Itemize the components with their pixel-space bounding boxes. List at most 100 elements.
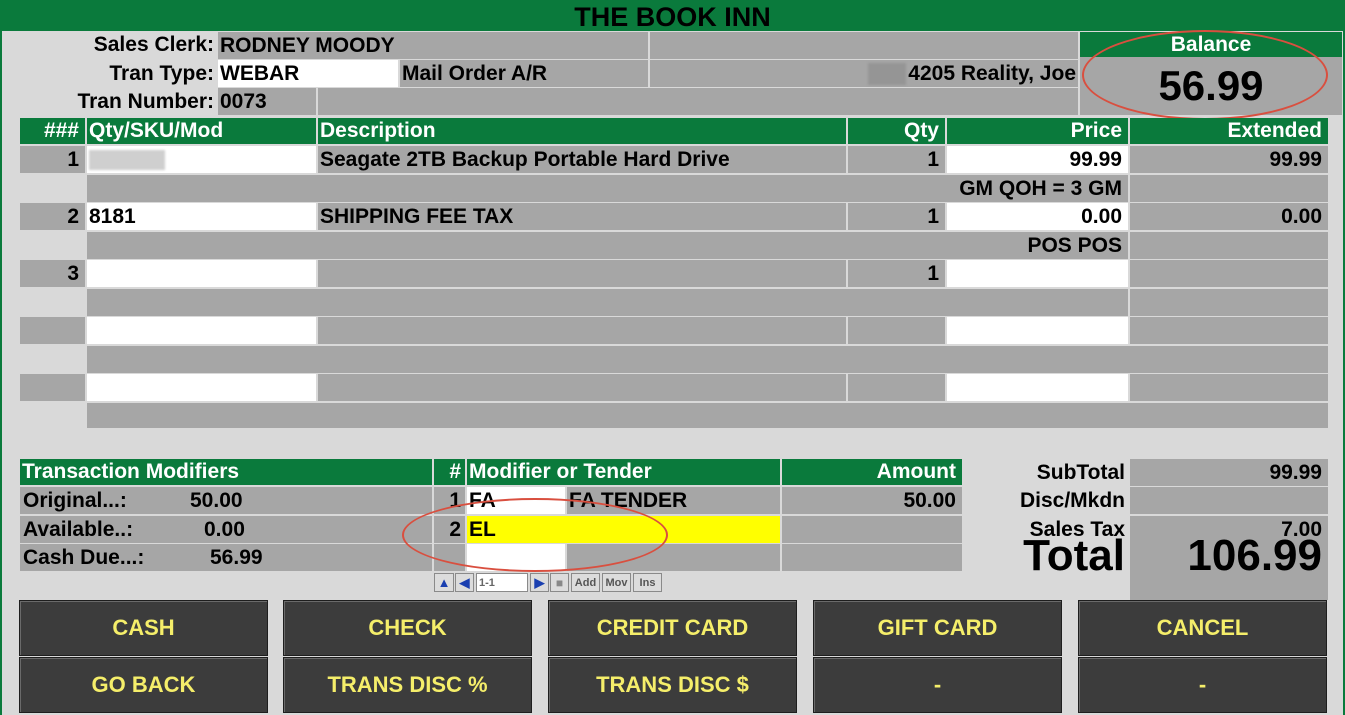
tender-2-code[interactable]: EL (467, 516, 780, 543)
first-record-button[interactable]: ▲ (434, 573, 454, 592)
trans-disc-amount-button[interactable]: TRANS DISC $ (548, 657, 797, 713)
line-4-price[interactable] (947, 317, 1128, 344)
tender-3-description (567, 544, 780, 571)
line-1-sku-redacted (89, 150, 165, 171)
tran-type-label: Tran Type: (109, 62, 214, 85)
record-indicator[interactable]: 1-1 (476, 573, 528, 592)
trans-disc-percent-button[interactable]: TRANS DISC % (283, 657, 532, 713)
disc-value (1130, 487, 1328, 514)
title-bar: THE BOOK INN (0, 0, 1345, 32)
line-2-qty[interactable]: 1 (848, 203, 945, 230)
balance-panel: 56.99 (1080, 57, 1342, 115)
available-label: Available..: (23, 518, 134, 541)
tender-col-num: # (434, 459, 465, 485)
line-5-num (20, 374, 85, 401)
total-value: 106.99 (1187, 531, 1322, 580)
sales-clerk-label: Sales Clerk: (93, 33, 214, 56)
line-2-extended: 0.00 (1130, 203, 1328, 230)
col-header-sku: Qty/SKU/Mod (87, 118, 316, 144)
tender-1-description: FA TENDER (567, 487, 780, 514)
line-4-extended (1130, 317, 1328, 344)
prev-record-button[interactable]: ◀ (455, 573, 474, 592)
cancel-button[interactable]: CANCEL (1078, 600, 1327, 656)
line-3-price[interactable] (947, 260, 1128, 287)
line-4-qty[interactable] (848, 317, 945, 344)
line-2-price[interactable]: 0.00 (947, 203, 1128, 230)
tender-1-amount[interactable]: 50.00 (782, 487, 962, 514)
cash-button[interactable]: CASH (19, 600, 268, 656)
line-1-subinfo-ext (1130, 175, 1328, 202)
line-3-description[interactable] (318, 260, 846, 287)
last-record-button[interactable]: ■ (550, 573, 569, 592)
line-1-price[interactable]: 99.99 (947, 146, 1128, 173)
tender-col-modifier: Modifier or Tender (467, 459, 780, 485)
line-5-qty[interactable] (848, 374, 945, 401)
move-record-button[interactable]: Mov (602, 573, 631, 592)
tender-2-num: 2 (434, 516, 465, 543)
tran-type-description: Mail Order A/R (400, 60, 648, 87)
credit-card-button[interactable]: CREDIT CARD (548, 600, 797, 656)
add-record-button[interactable]: Add (571, 573, 600, 592)
line-4-subinfo (87, 346, 1328, 373)
tran-number-field: 0073 (218, 88, 316, 115)
blank-button-1[interactable]: - (813, 657, 1062, 713)
balance-value: 56.99 (1158, 62, 1264, 109)
col-header-qty: Qty (848, 118, 945, 144)
balance-header: Balance (1080, 32, 1342, 57)
balance-label: Balance (1170, 33, 1252, 56)
disc-label: Disc/Mkdn (1019, 489, 1125, 512)
col-header-num: ### (20, 118, 85, 144)
line-2-description[interactable]: SHIPPING FEE TAX (318, 203, 846, 230)
line-1-description[interactable]: Seagate 2TB Backup Portable Hard Drive (318, 146, 846, 173)
col-header-price: Price (947, 118, 1128, 144)
line-4-description[interactable] (318, 317, 846, 344)
customer-redacted (868, 63, 907, 86)
tender-1-code[interactable]: FA (467, 487, 565, 514)
tender-3-amount[interactable] (782, 544, 962, 571)
line-1-qty[interactable]: 1 (848, 146, 945, 173)
modifiers-header: Transaction Modifiers (20, 459, 432, 485)
sales-clerk-field[interactable]: RODNEY MOODY (218, 32, 648, 59)
line-2-num: 2 (20, 203, 85, 230)
line-1-num: 1 (20, 146, 85, 173)
line-2-subinfo: POS POS (87, 232, 1128, 259)
line-1-subinfo: GM QOH = 3 GM (87, 175, 1128, 202)
line-5-description[interactable] (318, 374, 846, 401)
customer-name: 4205 Reality, Joe (908, 62, 1076, 85)
line-4-sku[interactable] (87, 317, 316, 344)
tender-col-amount: Amount (782, 459, 962, 485)
line-2-sku[interactable]: 8181 (87, 203, 316, 230)
cash-due-label: Cash Due...: (23, 546, 145, 569)
tran-type-input[interactable]: WEBAR (218, 60, 398, 87)
check-button[interactable]: CHECK (283, 600, 532, 656)
window-border-left (0, 31, 2, 715)
line-2-subinfo-ext (1130, 232, 1328, 259)
line-4-num (20, 317, 85, 344)
header-blank-field (650, 32, 1078, 59)
line-5-extended (1130, 374, 1328, 401)
line-3-subinfo (87, 289, 1128, 316)
tender-3-code[interactable] (467, 544, 565, 571)
tender-3-num (434, 544, 465, 571)
line-5-price[interactable] (947, 374, 1128, 401)
blank-button-2[interactable]: - (1078, 657, 1327, 713)
line-3-qty[interactable]: 1 (848, 260, 945, 287)
line-3-extended (1130, 260, 1328, 287)
line-1-sku[interactable] (87, 146, 316, 173)
original-value: 50.00 (190, 489, 243, 512)
col-header-description: Description (318, 118, 846, 144)
go-back-button[interactable]: GO BACK (19, 657, 268, 713)
subtotal-label: SubTotal (1036, 461, 1125, 484)
tran-number-blank (318, 88, 1078, 115)
col-header-extended: Extended (1130, 118, 1328, 144)
line-3-sku[interactable] (87, 260, 316, 287)
next-record-button[interactable]: ▶ (530, 573, 549, 592)
gift-card-button[interactable]: GIFT CARD (813, 600, 1062, 656)
line-5-sku[interactable] (87, 374, 316, 401)
original-label: Original...: (23, 489, 127, 512)
customer-field[interactable]: 4205 Reality, Joe (650, 60, 1078, 87)
tender-1-num: 1 (434, 487, 465, 514)
tender-2-amount[interactable] (782, 516, 962, 543)
line-1-extended: 99.99 (1130, 146, 1328, 173)
insert-record-button[interactable]: Ins (633, 573, 662, 592)
